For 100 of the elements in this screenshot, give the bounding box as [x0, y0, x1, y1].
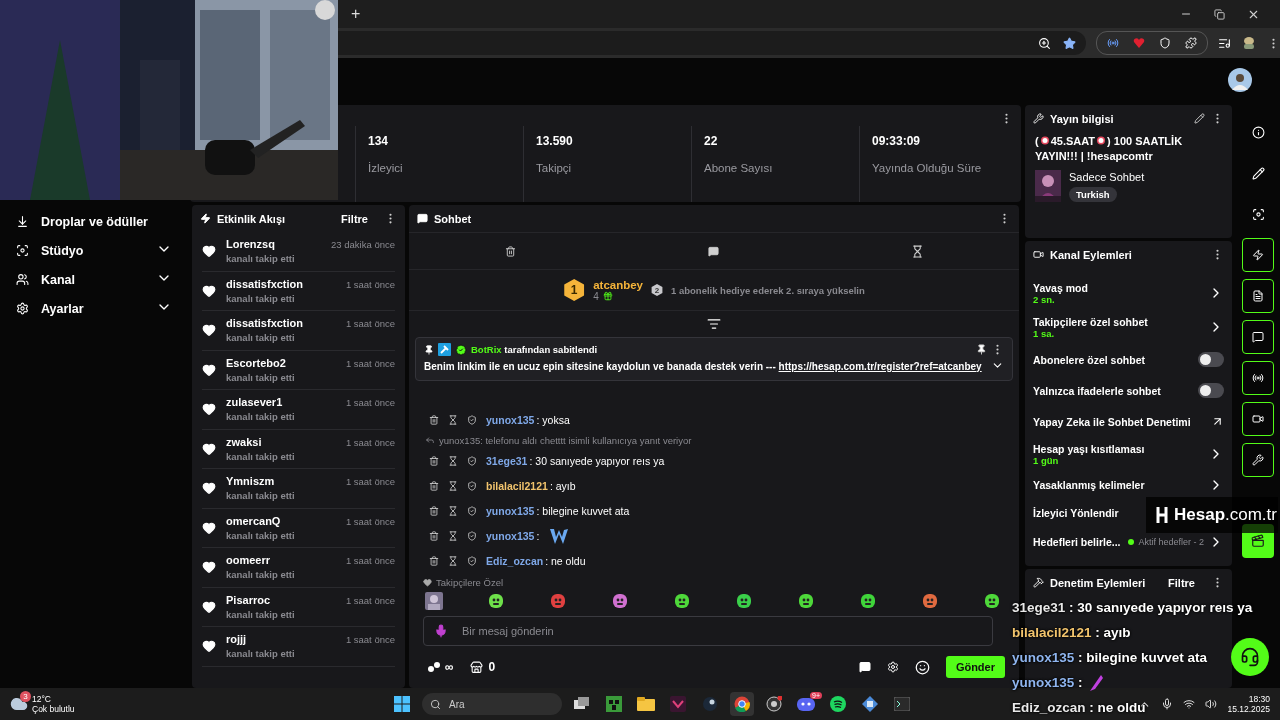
- delete-button[interactable]: [429, 530, 439, 541]
- ban-button[interactable]: [467, 414, 477, 425]
- settings-button[interactable]: [886, 661, 899, 673]
- action-label: Hesap yaşı kısıtlaması: [1033, 442, 1145, 455]
- message-input[interactable]: Bir mesaj gönderin: [460, 624, 982, 638]
- action-row[interactable]: Takipçilere özel sohbet 1 sa.: [1025, 310, 1232, 344]
- delete-button[interactable]: [505, 245, 517, 257]
- pin-icon: [976, 344, 987, 355]
- timeout-button[interactable]: [448, 530, 458, 541]
- search-field[interactable]: Ara: [422, 693, 562, 715]
- sidebar-item[interactable]: Droplar ve ödüller: [0, 207, 188, 236]
- action-row[interactable]: Hesap yaşı kısıtlaması 1 gün: [1025, 437, 1232, 471]
- emote-icon[interactable]: [921, 592, 939, 610]
- ban-button[interactable]: [467, 455, 477, 466]
- leader-hint: 1 abonelik hediye ederek 2. sıraya yükselin: [671, 284, 865, 296]
- bolt-button[interactable]: [1242, 238, 1274, 272]
- heart-icon: [202, 283, 216, 298]
- sidebar-item[interactable]: Stüdyo: [0, 236, 188, 265]
- action-value: 1 sa.: [1033, 327, 1055, 339]
- filter-button[interactable]: Filtre: [331, 212, 378, 225]
- focus-icon: [16, 244, 29, 257]
- emote-icon[interactable]: [797, 592, 815, 610]
- user-avatar[interactable]: [1228, 68, 1252, 92]
- terminal-icon: [894, 697, 910, 711]
- pencil-icon: [1194, 113, 1205, 124]
- emote-icon[interactable]: [735, 592, 753, 610]
- chat-button[interactable]: [1242, 320, 1274, 354]
- emote-icon[interactable]: [611, 592, 629, 610]
- feed-time: 23 dakika önce: [331, 239, 395, 250]
- sidebar-item[interactable]: Kanal: [0, 265, 188, 294]
- emote-icon[interactable]: [487, 592, 505, 610]
- feed-time: 1 saat önce: [345, 515, 395, 527]
- stat-label: Abone Sayısı: [704, 162, 774, 174]
- chat-message: bilalacil2121 : ayıb: [486, 479, 576, 492]
- feed-user: rojjj: [226, 633, 248, 646]
- overlay-chat-line: 31ege31 : 30 sanıyede yapıyor reıs ya: [1012, 600, 1253, 615]
- store-button[interactable]: 0: [469, 660, 496, 674]
- address-field[interactable]: [338, 31, 1087, 55]
- timeout-button[interactable]: [448, 505, 458, 516]
- camera-button[interactable]: [1242, 402, 1274, 436]
- emote-icon[interactable]: [673, 592, 691, 610]
- restore-icon: [1214, 8, 1225, 20]
- delete-button[interactable]: [429, 480, 439, 491]
- pin-button[interactable]: [976, 344, 987, 355]
- chat-icon: [858, 661, 871, 673]
- restore-button[interactable]: [1214, 7, 1225, 21]
- ban-button[interactable]: [467, 555, 477, 566]
- timeout-button[interactable]: [448, 455, 458, 466]
- ban-button[interactable]: [467, 505, 477, 516]
- action-row[interactable]: Yavaş mod 2 sn.: [1025, 276, 1232, 310]
- toggle-switch[interactable]: [1198, 383, 1224, 398]
- search-icon: [430, 698, 441, 710]
- filter-button[interactable]: Filtre: [1158, 576, 1205, 589]
- delete-button[interactable]: [429, 555, 439, 566]
- feed-time: 1 saat önce: [345, 397, 395, 408]
- timeout-button[interactable]: [448, 480, 458, 491]
- message-field[interactable]: Bir mesaj gönderin: [423, 616, 993, 646]
- panel-title: Yayın bilgisi: [1050, 112, 1115, 125]
- chat-message: 31ege31 : 30 sanıyede yapıyor reıs ya: [486, 454, 665, 467]
- link[interactable]: https://hesap.com.tr/register?ref=atcanbey: [778, 361, 982, 372]
- ban-button[interactable]: [467, 530, 477, 541]
- feed-time: 1 saat önce: [345, 436, 395, 448]
- new-tab-button[interactable]: +: [345, 5, 367, 23]
- wrench-button[interactable]: [1242, 443, 1274, 477]
- action-label: Abonelere özel sohbet: [1033, 353, 1146, 366]
- toggle-switch[interactable]: [1198, 352, 1224, 367]
- edit-button[interactable]: [1194, 113, 1205, 124]
- action-label: Takipçilere özel sohbet: [1033, 315, 1148, 328]
- overlay-chat-line: Ediz_ozcan : ne oldu: [1012, 700, 1146, 715]
- verified-icon: [455, 343, 467, 356]
- trash-icon: [429, 414, 439, 425]
- action-row[interactable]: Yasaklanmış kelimeler: [1025, 471, 1232, 499]
- diamond-icon: [862, 696, 878, 712]
- delete-button[interactable]: [429, 455, 439, 466]
- timeout-button[interactable]: [448, 414, 458, 425]
- document-button[interactable]: [1242, 279, 1274, 313]
- ban-button[interactable]: [467, 480, 477, 491]
- chat-button[interactable]: [708, 245, 720, 257]
- points-button[interactable]: ∞: [427, 660, 454, 674]
- heart-icon: [202, 441, 216, 456]
- mic-icon: [434, 624, 448, 638]
- emote-button[interactable]: [914, 659, 930, 675]
- delete-button[interactable]: [429, 505, 439, 516]
- send-button[interactable]: Gönder: [945, 656, 1005, 678]
- emote-icon[interactable]: [983, 592, 1001, 610]
- heart-icon: [202, 481, 216, 496]
- emote-icon[interactable]: [859, 592, 877, 610]
- app-button[interactable]: [730, 692, 754, 716]
- document-icon: [1252, 290, 1264, 302]
- sidebar-item[interactable]: Ayarlar: [0, 294, 188, 323]
- broadcast-button[interactable]: [1242, 361, 1274, 395]
- delete-button[interactable]: [429, 414, 439, 425]
- heart-icon[interactable]: [1133, 37, 1146, 49]
- timer-button[interactable]: [910, 244, 924, 258]
- heart-icon: [202, 323, 216, 338]
- feed-time: 1 saat önce: [345, 278, 395, 290]
- feed-action: kanalı takip etti: [226, 332, 296, 344]
- support-button[interactable]: [1231, 638, 1269, 676]
- timeout-button[interactable]: [448, 555, 458, 566]
- feed-time: 1 saat önce: [345, 476, 395, 487]
